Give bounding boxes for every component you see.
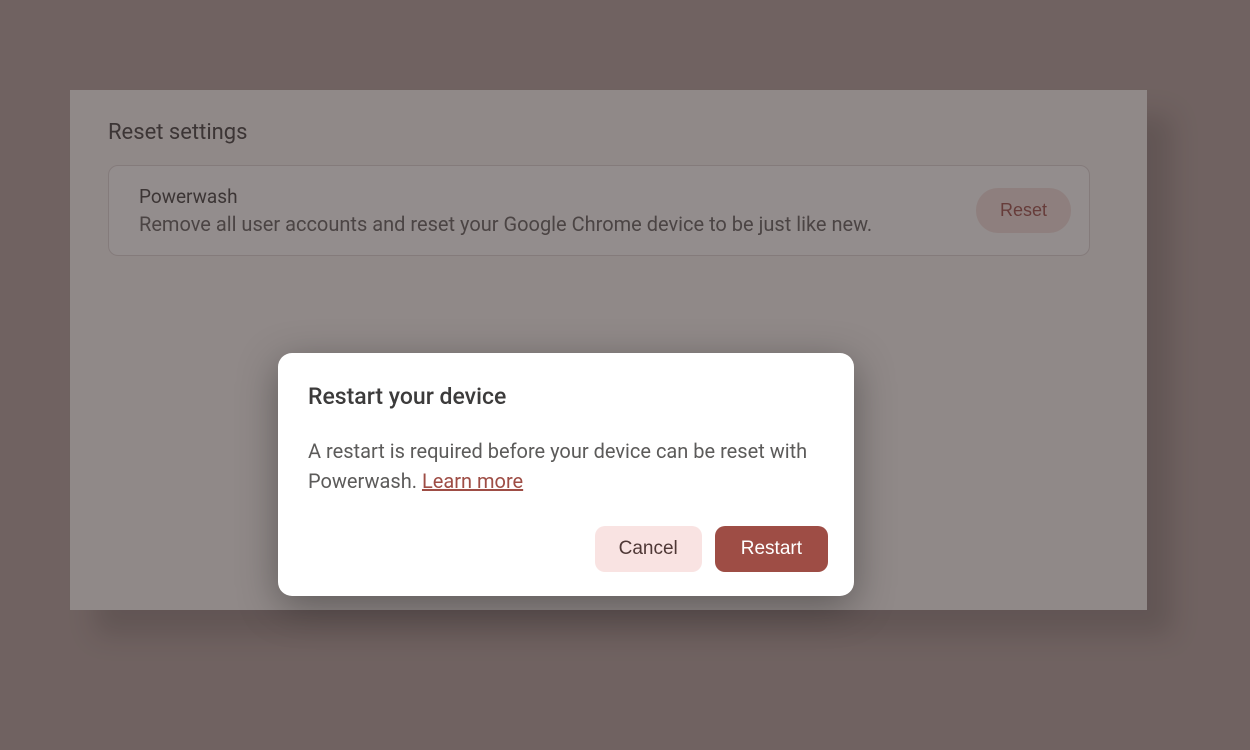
dialog-body-text: A restart is required before your device…	[308, 439, 807, 493]
dialog-title: Restart your device	[308, 383, 828, 410]
cancel-button[interactable]: Cancel	[595, 526, 702, 572]
dialog-body: A restart is required before your device…	[308, 436, 828, 496]
restart-button[interactable]: Restart	[715, 526, 828, 572]
dialog-actions: Cancel Restart	[308, 526, 828, 572]
restart-dialog: Restart your device A restart is require…	[278, 353, 854, 596]
learn-more-link[interactable]: Learn more	[422, 469, 523, 493]
